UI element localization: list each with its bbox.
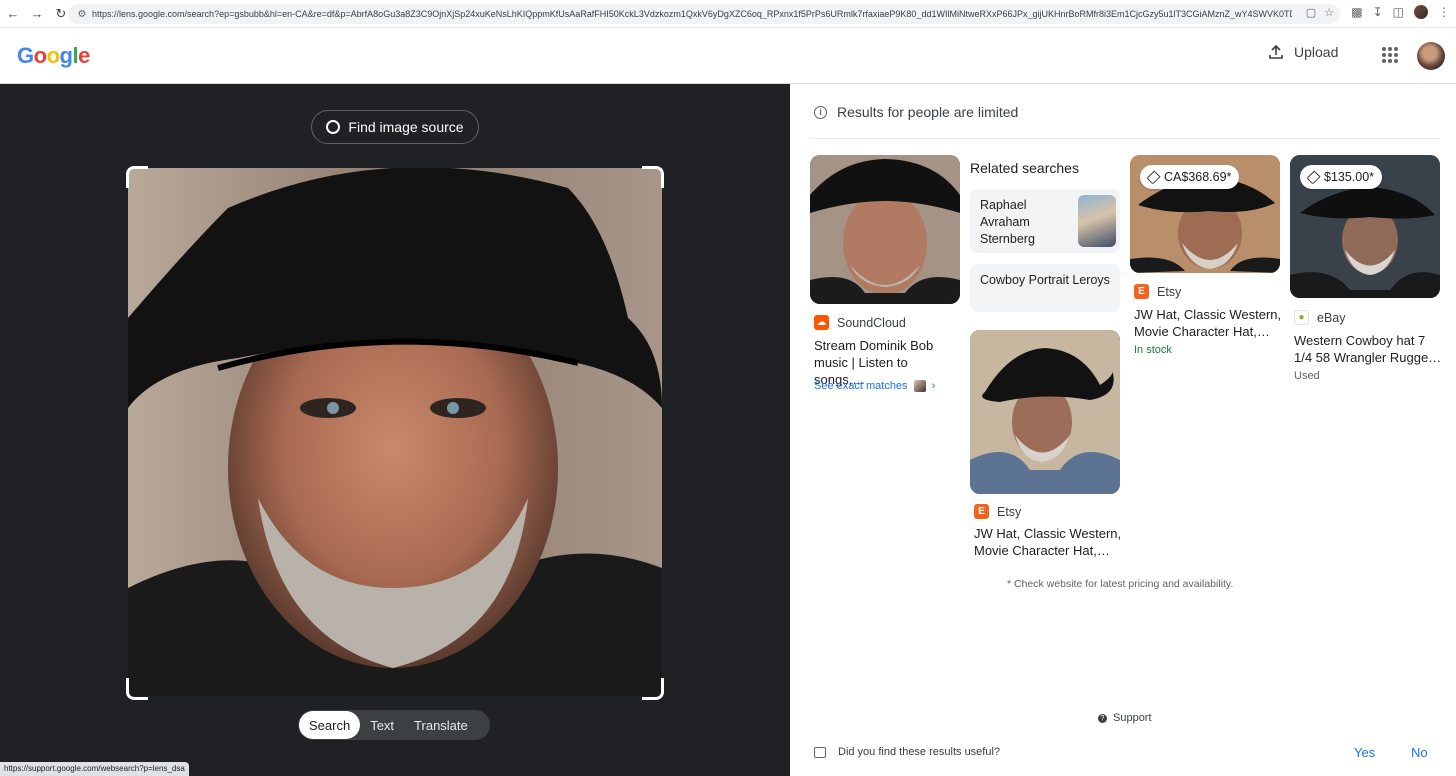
result-source-etsy[interactable]: E Etsy bbox=[1134, 284, 1181, 299]
see-exact-matches-link[interactable]: See exact matches › bbox=[814, 380, 935, 392]
address-url[interactable]: https://lens.google.com/search?ep=gsbubb… bbox=[92, 9, 1292, 19]
pricing-disclaimer: * Check website for latest pricing and a… bbox=[1007, 578, 1234, 590]
feedback-question: Did you find these results useful? bbox=[838, 746, 1001, 758]
browser-profile-avatar[interactable] bbox=[1414, 5, 1428, 19]
find-image-source-button[interactable]: Find image source bbox=[311, 110, 479, 144]
portrait-photo bbox=[128, 168, 662, 696]
feedback-no-button[interactable]: No bbox=[1411, 745, 1428, 760]
feedback-icon bbox=[814, 746, 826, 758]
source-name: SoundCloud bbox=[837, 315, 906, 330]
price-chip: $135.00* bbox=[1300, 165, 1383, 189]
browser-toolbar: ← → ↻ ⚙ https://lens.google.com/search?e… bbox=[0, 0, 1456, 28]
price-value: $135.00* bbox=[1324, 170, 1375, 184]
source-name: eBay bbox=[1317, 310, 1346, 325]
address-bar[interactable]: ⚙ https://lens.google.com/search?ep=gsbu… bbox=[68, 4, 1340, 24]
etsy-icon: E bbox=[974, 504, 989, 519]
google-header: Google Upload bbox=[0, 28, 1456, 84]
support-link[interactable]: ? Support bbox=[1098, 712, 1152, 724]
limited-results-notice: i Results for people are limited bbox=[814, 104, 1018, 120]
logo-letter: G bbox=[17, 43, 34, 68]
item-condition: Used bbox=[1294, 370, 1320, 382]
see-exact-matches-label: See exact matches bbox=[814, 380, 908, 392]
result-thumbnail-etsy-price[interactable]: CA$368.69* bbox=[1130, 155, 1280, 273]
find-image-source-label: Find image source bbox=[348, 119, 464, 135]
results-pane: i Results for people are limited ☁ Sound… bbox=[790, 84, 1456, 776]
crop-handle-top-left[interactable] bbox=[126, 166, 148, 188]
back-arrow-icon[interactable]: ← bbox=[2, 3, 24, 25]
price-tag-icon bbox=[1306, 169, 1321, 185]
limited-notice-text: Results for people are limited bbox=[837, 104, 1019, 120]
crop-handle-bottom-left[interactable] bbox=[126, 678, 148, 700]
google-logo[interactable]: Google bbox=[17, 43, 90, 69]
feedback-yes-button[interactable]: Yes bbox=[1354, 745, 1375, 760]
result-title[interactable]: JW Hat, Classic Western, Movie Character… bbox=[974, 525, 1124, 559]
related-search-chip[interactable]: Cowboy Portrait Leroys bbox=[970, 264, 1120, 312]
related-search-label: Cowboy Portrait Leroys bbox=[980, 273, 1110, 287]
related-searches-heading: Related searches bbox=[970, 160, 1079, 176]
crop-handle-top-right[interactable] bbox=[642, 166, 664, 188]
related-search-chip[interactable]: Raphael Avraham Sternberg bbox=[970, 189, 1120, 253]
logo-letter: o bbox=[46, 43, 60, 68]
source-name: Etsy bbox=[1157, 284, 1182, 299]
availability-status: In stock bbox=[1134, 344, 1172, 356]
extensions-icon[interactable]: ▩ bbox=[1351, 5, 1362, 19]
image-pane: Find image source Search Text Translate … bbox=[0, 84, 790, 776]
link-status-bar: https://support.google.com/websearch?p=l… bbox=[0, 762, 189, 776]
account-avatar[interactable] bbox=[1417, 42, 1445, 70]
info-icon[interactable]: i bbox=[814, 105, 827, 119]
result-photo bbox=[810, 155, 960, 304]
related-search-label: Raphael Avraham Sternberg bbox=[980, 198, 1035, 246]
result-title[interactable]: JW Hat, Classic Western, Movie Character… bbox=[1134, 306, 1284, 340]
result-photo bbox=[970, 330, 1120, 494]
ebay-icon: ● bbox=[1294, 310, 1309, 325]
upload-button[interactable]: Upload bbox=[1268, 44, 1338, 60]
divider bbox=[810, 138, 1440, 139]
support-label: Support bbox=[1113, 712, 1152, 724]
exact-match-thumbnail bbox=[913, 380, 926, 392]
etsy-icon: E bbox=[1134, 284, 1149, 299]
result-source-etsy[interactable]: E Etsy bbox=[974, 504, 1021, 519]
lens-mode-tabs: Search Text Translate bbox=[298, 710, 490, 740]
chevron-right-icon: › bbox=[931, 380, 936, 392]
result-thumbnail-ebay[interactable]: $135.00* bbox=[1290, 155, 1440, 298]
soundcloud-icon: ☁ bbox=[814, 315, 829, 330]
download-icon[interactable]: ↧ bbox=[1373, 5, 1383, 19]
forward-arrow-icon[interactable]: → bbox=[26, 3, 48, 25]
source-name: Etsy bbox=[997, 504, 1022, 519]
site-settings-icon[interactable]: ⚙ bbox=[72, 9, 92, 20]
logo-letter: o bbox=[33, 43, 47, 68]
feedback-prompt: Did you find these results useful? bbox=[814, 746, 1000, 758]
tab-translate[interactable]: Translate bbox=[404, 711, 478, 739]
browser-menu-icon[interactable]: ⋮ bbox=[1438, 5, 1450, 19]
price-tag-icon bbox=[1146, 169, 1161, 185]
install-app-icon[interactable]: ▢ bbox=[1306, 6, 1316, 19]
price-chip: CA$368.69* bbox=[1140, 165, 1240, 189]
tab-text[interactable]: Text bbox=[360, 711, 404, 739]
result-thumbnail-soundcloud[interactable] bbox=[810, 155, 960, 304]
logo-letter: g bbox=[59, 43, 73, 68]
lens-search-icon bbox=[326, 120, 341, 134]
upload-icon bbox=[1269, 44, 1283, 59]
result-source-soundcloud[interactable]: ☁ SoundCloud bbox=[814, 315, 906, 330]
side-panel-icon[interactable]: ◫ bbox=[1393, 5, 1404, 19]
upload-label: Upload bbox=[1294, 44, 1339, 60]
result-source-ebay[interactable]: ● eBay bbox=[1294, 310, 1346, 325]
google-apps-icon[interactable] bbox=[1382, 47, 1398, 63]
crop-handle-bottom-right[interactable] bbox=[642, 678, 664, 700]
bookmark-star-icon[interactable]: ☆ bbox=[1324, 6, 1334, 19]
result-title[interactable]: Western Cowboy hat 7 1/4 58 Wrangler Rug… bbox=[1294, 332, 1444, 366]
related-search-thumbnail bbox=[1078, 195, 1116, 247]
help-icon: ? bbox=[1098, 713, 1107, 723]
price-value: CA$368.69* bbox=[1164, 170, 1232, 184]
logo-letter: e bbox=[78, 43, 90, 68]
result-thumbnail-etsy[interactable] bbox=[970, 330, 1120, 494]
tab-search[interactable]: Search bbox=[299, 711, 361, 739]
query-image[interactable] bbox=[128, 168, 662, 696]
